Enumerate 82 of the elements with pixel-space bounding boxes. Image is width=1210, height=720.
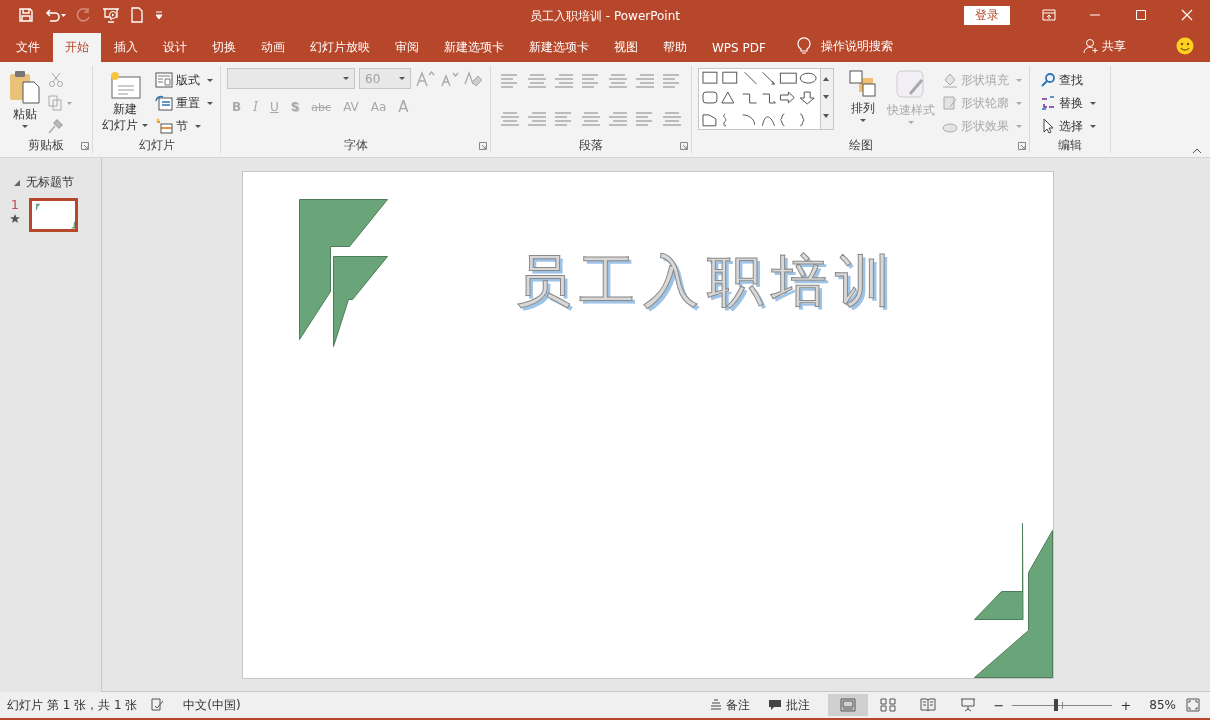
- share-button[interactable]: 共享: [1083, 30, 1126, 62]
- slide-thumbnail[interactable]: [29, 198, 78, 232]
- shape-format-icon: [942, 72, 958, 88]
- ribbon-tab[interactable]: 文件: [4, 33, 52, 62]
- group-label: 剪贴板: [28, 138, 64, 152]
- ribbon-tab[interactable]: 插入: [102, 33, 150, 62]
- star-icon: [10, 214, 20, 224]
- slide-counter: 幻灯片 第 1 张，共 1 张: [7, 696, 138, 714]
- slideshow-icon[interactable]: [102, 7, 120, 23]
- dialog-launcher-icon[interactable]: [81, 142, 89, 150]
- dialog-launcher-icon[interactable]: [1018, 142, 1026, 150]
- ribbon-tab[interactable]: 新建选项卡: [517, 33, 601, 62]
- save-icon[interactable]: [18, 7, 34, 23]
- view-button[interactable]: [827, 694, 868, 716]
- zoom-out-button[interactable]: −: [993, 697, 1005, 713]
- slide-title: 员工入职培训: [515, 247, 899, 315]
- spellcheck-icon[interactable]: [151, 698, 166, 712]
- login-button[interactable]: 登录: [964, 5, 1010, 25]
- slide-number: 1: [10, 198, 20, 212]
- lightbulb-icon: [796, 37, 811, 55]
- section-icon: [155, 118, 173, 134]
- shape-gallery[interactable]: [698, 68, 834, 130]
- window-title: 员工入职培训 - PowerPoint: [530, 8, 680, 25]
- book-icon: [919, 698, 936, 712]
- new-document-icon[interactable]: [130, 7, 144, 23]
- customize-caret-icon[interactable]: [154, 10, 164, 20]
- group-label: 字体: [343, 138, 368, 152]
- layout-icon: [155, 72, 173, 88]
- group-label: 编辑: [1058, 138, 1082, 152]
- ribbon-tab[interactable]: 幻灯片放映: [298, 33, 382, 62]
- comments-button[interactable]: 批注: [767, 696, 810, 714]
- ribbon-tab[interactable]: WPS PDF: [700, 33, 778, 62]
- replace-icon: [1040, 95, 1056, 111]
- section-header[interactable]: 无标题节: [0, 174, 74, 191]
- presentation-icon: [959, 698, 976, 712]
- ribbon-tab[interactable]: 动画: [249, 33, 297, 62]
- ribbon-tab[interactable]: 新建选项卡: [432, 33, 516, 62]
- paste-button[interactable]: 粘贴: [6, 68, 44, 130]
- normal-view-icon: [839, 698, 856, 712]
- redo-icon[interactable]: [76, 7, 92, 23]
- smiley-icon[interactable]: [1176, 37, 1194, 55]
- grid-icon: [879, 698, 896, 712]
- cursor-icon: [1040, 118, 1056, 134]
- ribbon-tab[interactable]: 开始: [53, 33, 101, 62]
- quick-styles-icon: [896, 70, 926, 100]
- slide-command-button[interactable]: 重置: [155, 93, 213, 113]
- person-add-icon: [1083, 38, 1099, 54]
- ribbon-tab[interactable]: 审阅: [383, 33, 431, 62]
- new-slide-button[interactable]: 新建 幻灯片: [99, 68, 151, 134]
- undo-icon[interactable]: [44, 7, 66, 23]
- notes-icon: [709, 699, 722, 711]
- arrange-button[interactable]: 排列: [846, 68, 880, 124]
- ribbon-tab[interactable]: 帮助: [651, 33, 699, 62]
- group-label: 幻灯片: [138, 138, 175, 152]
- zoom-level[interactable]: 85%: [1149, 698, 1176, 712]
- zoom-slider-thumb[interactable]: [1054, 699, 1059, 711]
- zoom-in-button[interactable]: +: [1120, 697, 1132, 713]
- shape-format-icon: [942, 95, 958, 111]
- new-slide-icon: [108, 70, 142, 100]
- editing-command-button[interactable]: 选择: [1040, 116, 1096, 136]
- group-label: 段落: [579, 138, 603, 152]
- ribbon-tab[interactable]: 切换: [200, 33, 248, 62]
- fit-to-window-icon[interactable]: [1186, 698, 1200, 712]
- clipboard-icon: [9, 70, 41, 104]
- search-icon: [1040, 72, 1056, 88]
- arrange-icon: [849, 70, 877, 98]
- group-label: 绘图: [848, 138, 873, 152]
- comment-icon: [767, 699, 782, 711]
- ribbon-tab[interactable]: 视图: [602, 33, 650, 62]
- ribbon-tab[interactable]: 设计: [151, 33, 199, 62]
- copy-icon[interactable]: [48, 93, 74, 113]
- slide-command-button[interactable]: 版式: [155, 70, 213, 90]
- notes-button[interactable]: 备注: [709, 696, 750, 714]
- reset-icon: [155, 95, 173, 111]
- zoom-slider[interactable]: [1010, 699, 1115, 711]
- editing-command-button[interactable]: 查找: [1040, 70, 1096, 90]
- editing-command-button[interactable]: 替换: [1040, 93, 1096, 113]
- slide-command-button[interactable]: 节: [155, 116, 213, 136]
- collapse-ribbon-icon[interactable]: [1192, 148, 1202, 154]
- dialog-launcher-icon[interactable]: [680, 142, 688, 150]
- tell-me-search[interactable]: 操作说明搜索: [796, 30, 893, 62]
- language-indicator[interactable]: 中文(中国): [183, 696, 241, 714]
